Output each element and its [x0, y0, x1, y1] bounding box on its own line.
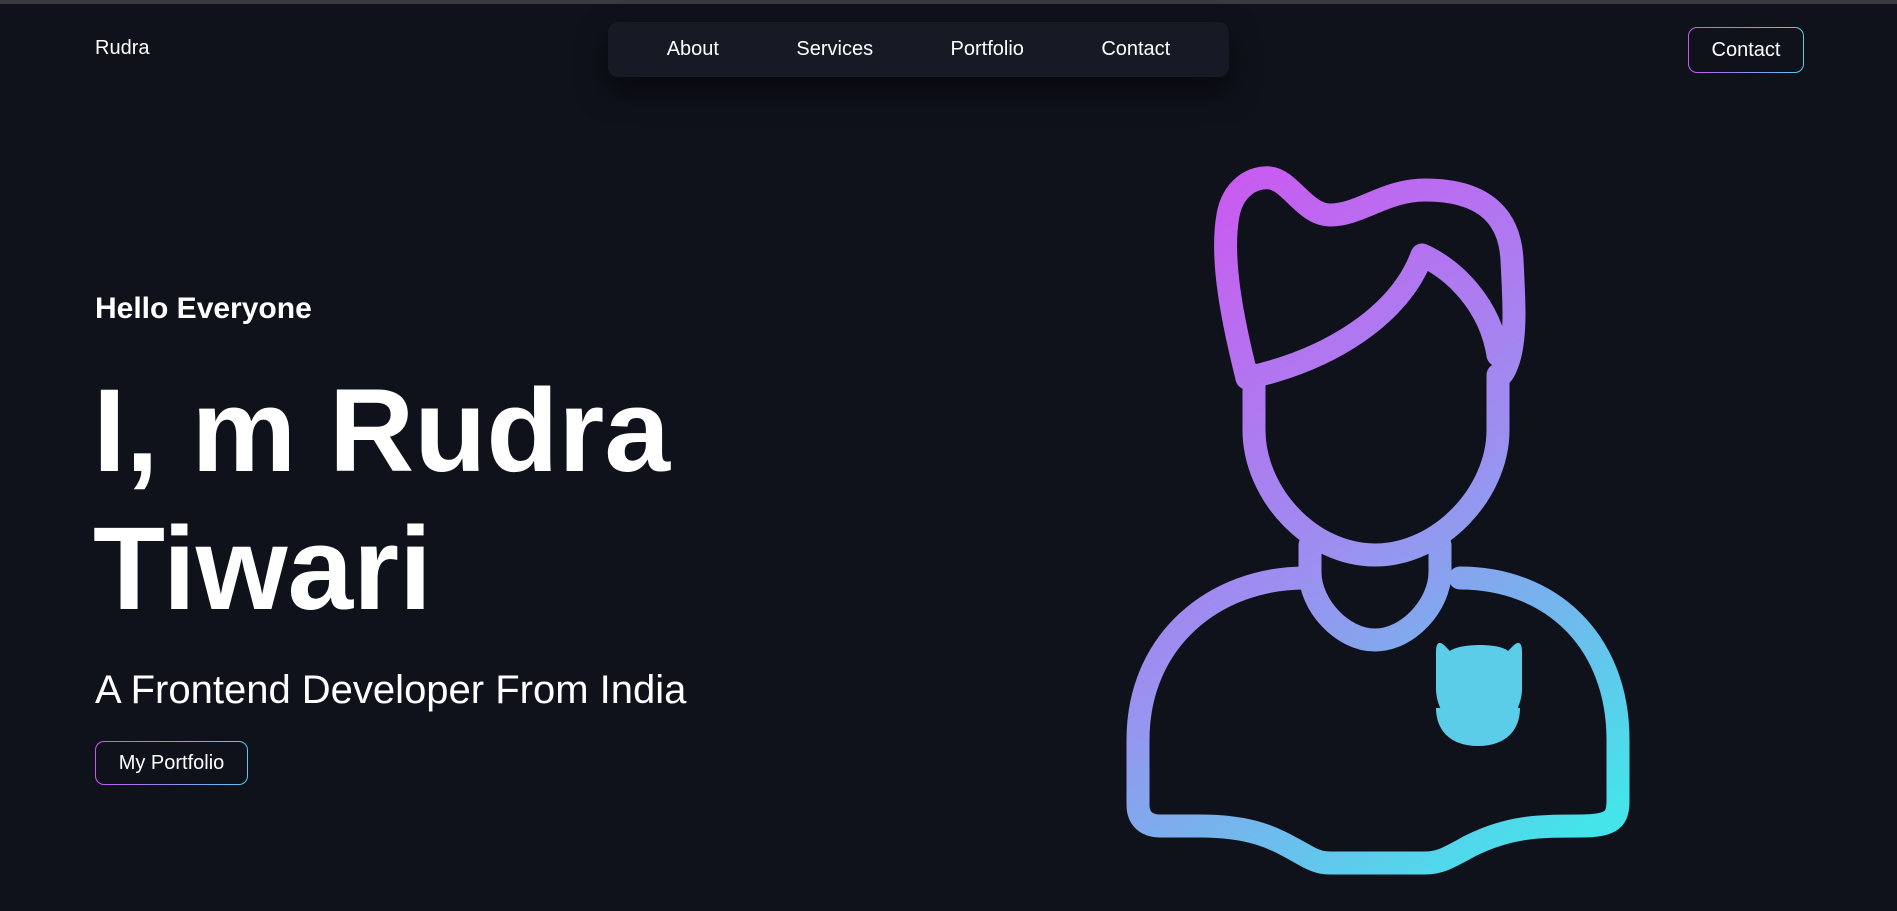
nav-item-portfolio[interactable]: Portfolio [951, 38, 1024, 61]
hero-tagline: A Frontend Developer From India [95, 668, 687, 712]
window-top-border [0, 0, 1897, 4]
main-nav: About Services Portfolio Contact [608, 22, 1229, 77]
contact-button[interactable]: Contact [1688, 27, 1804, 73]
nav-item-about[interactable]: About [667, 38, 719, 61]
hero-title-line-1: I, m Rudra [93, 365, 670, 497]
brand-logo-text[interactable]: Rudra [95, 37, 149, 60]
avatar-face-outline [1242, 363, 1510, 567]
hero-title-line-2: Tiwari [93, 503, 432, 635]
user-avatar-icon [1126, 166, 1630, 875]
my-portfolio-button[interactable]: My Portfolio [95, 741, 248, 785]
avatar-hair-part-outline [1235, 243, 1510, 390]
hero-title: I, m Rudra Tiwari [93, 362, 670, 638]
avatar-body-outline [1126, 566, 1630, 875]
hero-greeting: Hello Everyone [95, 292, 312, 325]
nav-item-contact[interactable]: Contact [1101, 38, 1170, 61]
pocket-badge-shape [1436, 642, 1522, 732]
nav-item-services[interactable]: Services [796, 38, 873, 61]
